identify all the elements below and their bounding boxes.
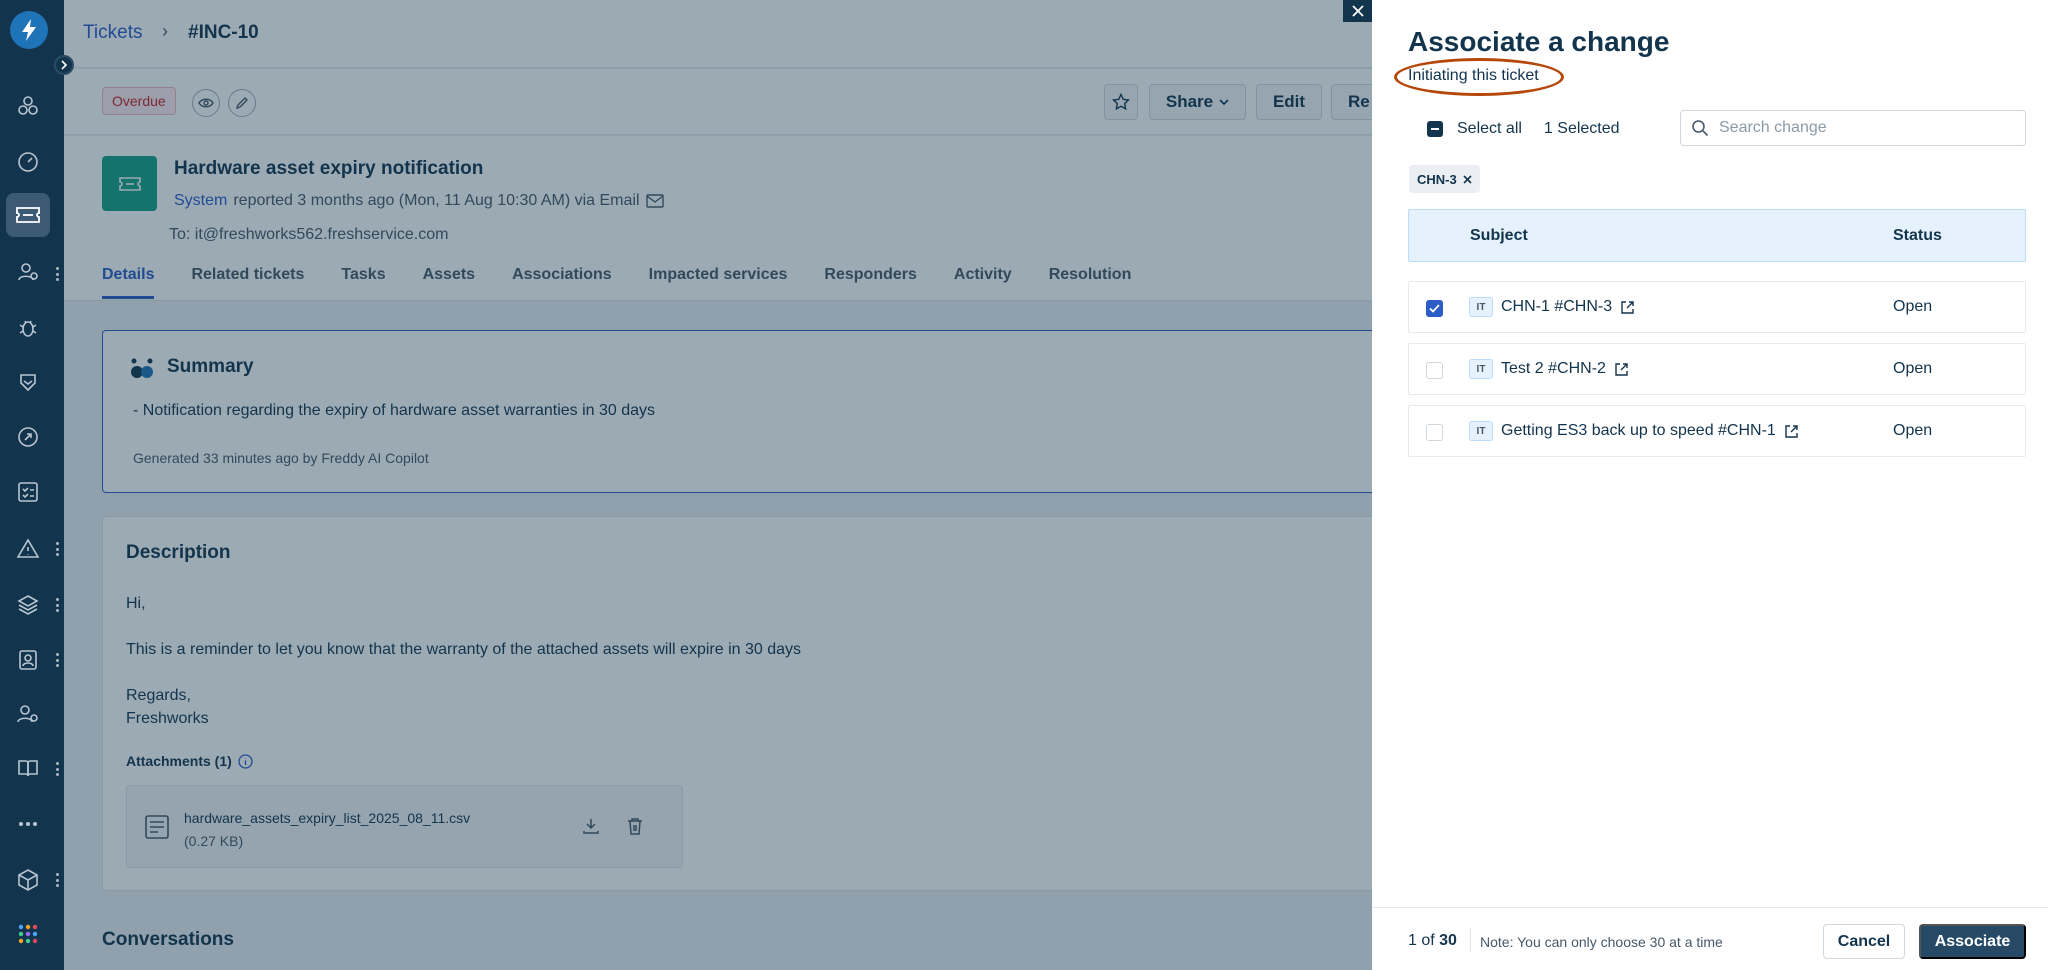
changes-table-header: Subject Status bbox=[1408, 209, 2026, 262]
more-dots-icon[interactable] bbox=[55, 653, 59, 667]
tickets-icon[interactable] bbox=[6, 193, 50, 237]
table-row[interactable]: IT Test 2 #CHN-2 Open bbox=[1408, 343, 2026, 395]
app-switcher-icon[interactable] bbox=[6, 912, 50, 956]
open-external-link-icon[interactable] bbox=[1614, 362, 1629, 377]
column-status: Status bbox=[1893, 227, 1942, 244]
selected-chip: CHN-3 bbox=[1409, 165, 1480, 193]
change-status: Open bbox=[1893, 422, 1933, 439]
selected-count: 1 Selected bbox=[1543, 120, 1620, 137]
page-current: 1 bbox=[1408, 932, 1417, 949]
page-count: 1 of 30 bbox=[1408, 932, 1457, 950]
search-change-field[interactable] bbox=[1680, 110, 2026, 146]
table-row[interactable]: IT Getting ES3 back up to speed #CHN-1 O… bbox=[1408, 405, 2026, 457]
contacts-icon[interactable] bbox=[6, 638, 50, 682]
page-total: 30 bbox=[1439, 932, 1457, 949]
row-checkbox-checked[interactable] bbox=[1426, 300, 1443, 317]
change-status: Open bbox=[1893, 360, 1933, 377]
close-drawer-button[interactable] bbox=[1343, 0, 1372, 22]
search-change-input[interactable] bbox=[1719, 119, 2009, 137]
more-horizontal-icon[interactable] bbox=[6, 802, 50, 846]
selected-chip-label: CHN-3 bbox=[1417, 171, 1457, 187]
select-all-label: Select all bbox=[1457, 120, 1522, 137]
more-dots-icon[interactable] bbox=[55, 598, 59, 612]
left-nav-rail bbox=[0, 0, 74, 970]
alert-icon[interactable] bbox=[6, 527, 50, 571]
tasks-icon[interactable] bbox=[6, 470, 50, 514]
more-dots-icon[interactable] bbox=[55, 762, 59, 776]
knowledge-base-icon[interactable] bbox=[6, 746, 50, 790]
associate-button[interactable]: Associate bbox=[1919, 924, 2026, 959]
users-icon[interactable] bbox=[6, 692, 50, 736]
more-dots-icon[interactable] bbox=[55, 542, 59, 556]
table-row[interactable]: IT CHN-1 #CHN-3 Open bbox=[1408, 281, 2026, 333]
drawer-title: Associate a change bbox=[1408, 26, 1670, 57]
expand-sidebar-icon[interactable] bbox=[54, 55, 74, 75]
change-subject: Test 2 #CHN-2 bbox=[1501, 360, 1629, 378]
remove-chip-icon[interactable] bbox=[1463, 174, 1472, 184]
check-icon bbox=[1429, 304, 1440, 313]
more-dots-icon[interactable] bbox=[55, 873, 59, 887]
agents-icon[interactable] bbox=[6, 250, 50, 294]
bug-icon[interactable] bbox=[6, 305, 50, 349]
workspace-tag: IT bbox=[1469, 421, 1493, 441]
changes-icon[interactable] bbox=[6, 360, 50, 404]
column-subject: Subject bbox=[1470, 227, 1528, 244]
layers-icon[interactable] bbox=[6, 583, 50, 627]
change-subject: CHN-1 #CHN-3 bbox=[1501, 298, 1635, 316]
search-icon bbox=[1692, 120, 1709, 137]
change-subject-text: Getting ES3 back up to speed #CHN-1 bbox=[1501, 422, 1776, 439]
select-all-row[interactable]: Select all 1 Selected bbox=[1427, 120, 1620, 138]
workspace-tag: IT bbox=[1469, 297, 1493, 317]
open-external-link-icon[interactable] bbox=[1620, 300, 1635, 315]
close-icon bbox=[1351, 5, 1364, 17]
cancel-button[interactable]: Cancel bbox=[1823, 924, 1905, 959]
associate-change-drawer: Associate a change Initiating this ticke… bbox=[1372, 0, 2048, 970]
change-status: Open bbox=[1893, 298, 1933, 315]
modal-backdrop[interactable] bbox=[64, 0, 1436, 970]
gauge-icon[interactable] bbox=[6, 140, 50, 184]
change-subject-text: Test 2 #CHN-2 bbox=[1501, 360, 1606, 377]
highlight-annotation-oval bbox=[1394, 58, 1564, 96]
freshservice-logo-icon[interactable] bbox=[10, 11, 48, 49]
change-subject: Getting ES3 back up to speed #CHN-1 bbox=[1501, 422, 1799, 440]
select-all-checkbox[interactable] bbox=[1427, 121, 1443, 137]
dashboard-icon[interactable] bbox=[6, 84, 50, 128]
row-checkbox[interactable] bbox=[1426, 424, 1443, 441]
selection-limit-note: Note: You can only choose 30 at a time bbox=[1480, 934, 1723, 950]
drawer-footer: 1 of 30 Note: You can only choose 30 at … bbox=[1372, 907, 2048, 970]
more-dots-icon[interactable] bbox=[55, 267, 59, 281]
releases-icon[interactable] bbox=[6, 415, 50, 459]
workspace-tag: IT bbox=[1469, 359, 1493, 379]
open-external-link-icon[interactable] bbox=[1784, 424, 1799, 439]
change-subject-text: CHN-1 #CHN-3 bbox=[1501, 298, 1613, 315]
footer-divider bbox=[1470, 928, 1471, 952]
page-of: of bbox=[1421, 932, 1435, 949]
cube-icon[interactable] bbox=[6, 858, 50, 902]
row-checkbox[interactable] bbox=[1426, 362, 1443, 379]
